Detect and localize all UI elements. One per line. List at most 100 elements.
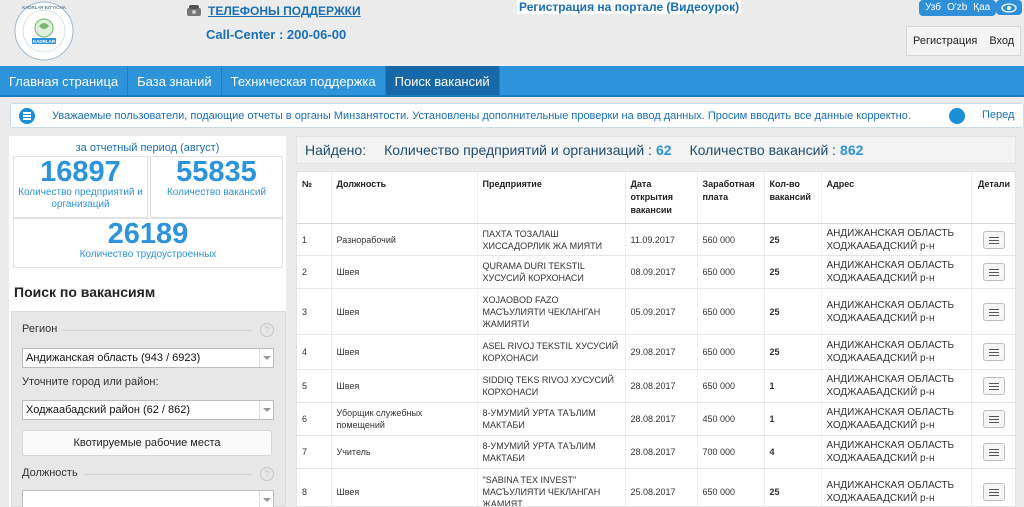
col-header-address[interactable]: Адрес [821, 172, 972, 224]
cell-num: 6 [297, 402, 332, 436]
vacancies-label: Количество вакансий [166, 187, 267, 198]
table-row[interactable]: 3 Швея XOJAOBOD FAZO МАСЪУЛИЯТИ ЧЕКЛАНГАН … [297, 288, 1015, 335]
cell-salary: 650 000 [697, 334, 765, 370]
eye-icon [1001, 2, 1017, 13]
region-help-icon[interactable]: ? [260, 323, 274, 337]
video-tutorial-link[interactable]: Регистрация на портале (Видеоурок) [517, 0, 742, 14]
col-header-date[interactable]: Дата открытия вакансии [625, 172, 698, 224]
found-enterprises-value: 62 [655, 142, 672, 158]
col-header-position[interactable]: Должность [331, 172, 478, 224]
chevron-down-icon [259, 349, 273, 367]
cell-address: АНДИЖАНСКАЯ ОБЛАСТЬ ХОДЖААБАДСКИЙ р-н [821, 468, 972, 506]
details-list-icon[interactable] [983, 443, 1005, 461]
details-list-icon[interactable] [983, 230, 1005, 249]
city-select[interactable]: Ходжаабадский район (62 / 862) [22, 400, 274, 420]
col-header-salary[interactable]: Заработная плата [697, 172, 765, 224]
cell-company: ПАХТА ТОЗАЛАШ ХИССАДОРЛИК ЖА МИЯТИ [477, 223, 626, 256]
results-summary: Найдено: Количество предприятий и органи… [296, 136, 1016, 164]
cell-details [971, 288, 1015, 335]
register-link[interactable]: Регистрация [907, 35, 983, 47]
table-header-row: № Должность Предприятие Дата открытия ва… [297, 172, 1015, 224]
callcenter-number: Call-Center : 200-06-00 [206, 27, 347, 42]
cell-date: 11.09.2017 [625, 223, 698, 256]
position-label: Должность [22, 467, 78, 479]
nav-knowledge-base[interactable]: База знаний [128, 66, 222, 95]
cell-position: Швея [331, 288, 478, 335]
quota-jobs-button[interactable]: Квотируемые рабочие места [22, 430, 272, 456]
cell-address: АНДИЖАНСКАЯ ОБЛАСТЬ ХОДЖААБАДСКИЙ р-н [821, 255, 972, 289]
accessibility-button[interactable] [996, 0, 1022, 15]
region-select[interactable]: Андижанская область (943 / 6923) [22, 348, 274, 368]
cell-address: АНДИЖАНСКАЯ ОБЛАСТЬ ХОДЖААБАДСКИЙ р-н [821, 402, 972, 436]
cell-date: 28.08.2017 [625, 435, 698, 469]
cell-num: 4 [297, 334, 332, 370]
notice-text: Уважаемые пользователи, подающие отчеты … [52, 109, 911, 122]
cell-details [971, 334, 1015, 370]
cell-salary: 560 000 [697, 223, 765, 256]
cell-position: Швея [331, 334, 478, 370]
reporting-period: за отчетный период (август) [75, 142, 220, 154]
notice-icon-secondary [949, 108, 965, 124]
main-nav: Главная страница База знаний Техническая… [0, 66, 1024, 97]
notice-more-link[interactable]: Перед [982, 109, 1014, 121]
lang-uz-lat[interactable]: O'zb [944, 1, 970, 15]
cell-position: Разнорабочий [331, 223, 478, 256]
table-row[interactable]: 5 Швея SIDDIQ TEKS RIVOJ ХУСУСИЙ КОРХОНАСИ… [297, 369, 1015, 403]
left-panel: за отчетный период (август) 16897 Количе… [9, 136, 286, 507]
table-row[interactable]: 7 Учитель 8-УМУМИЙ УРТА ТАЪЛИМ МАКТАБИ 28.0… [297, 435, 1015, 469]
details-list-icon[interactable] [983, 410, 1005, 428]
cell-date: 08.09.2017 [625, 255, 698, 289]
cell-position: Швея [331, 369, 478, 403]
cell-date: 05.09.2017 [625, 288, 698, 335]
city-select-value: Ходжаабадский район (62 / 862) [26, 404, 191, 416]
cell-salary: 650 000 [697, 288, 765, 335]
support-phones-link[interactable]: ТЕЛЕФОНЫ ПОДДЕРЖКИ [208, 4, 361, 18]
cell-count: 25 [764, 223, 822, 256]
nav-vacancy-search[interactable]: Поиск вакансий [385, 66, 500, 95]
table-row[interactable]: 1 Разнорабочий ПАХТА ТОЗАЛАШ ХИССАДОРЛИК Ж… [297, 223, 1015, 256]
lang-uz-cyr[interactable]: Узб [922, 1, 944, 15]
cell-salary: 650 000 [697, 468, 765, 506]
chevron-down-icon [259, 401, 273, 419]
table-row[interactable]: 4 Швея ASEL RIVOJ TEKSTIL ХУСУСИЙ КОРХОНАС… [297, 334, 1015, 370]
table-row[interactable]: 2 Швея QURAMA DURI TEKSTIL ХУСУСИЙ КОРХОНА… [297, 255, 1015, 289]
table-row[interactable]: 6 Уборщик служебных помещений 8-УМУМИЙ УРТ… [297, 402, 1015, 436]
login-link[interactable]: Вход [983, 35, 1020, 47]
lang-kaa[interactable]: Қаа [970, 1, 993, 15]
found-label: Найдено: [305, 142, 367, 158]
cell-company: SIDDIQ TEKS RIVOJ ХУСУСИЙ КОРХОНАСИ [477, 369, 626, 403]
cell-position: Швея [331, 255, 478, 289]
city-label: Уточните город или район: [22, 376, 159, 388]
cell-company: 8-УМУМИЙ УРТА ТАЪЛИМ МАКТАБИ [477, 435, 626, 469]
col-header-count[interactable]: Кол-во вакансий [764, 172, 822, 224]
employed-count: 26189 [107, 218, 189, 250]
cell-count: 1 [764, 369, 822, 403]
cell-salary: 450 000 [697, 402, 765, 436]
cell-date: 29.08.2017 [625, 334, 698, 370]
cell-salary: 700 000 [697, 435, 765, 469]
nav-home[interactable]: Главная страница [0, 66, 129, 95]
col-header-num[interactable]: № [297, 172, 332, 224]
cell-details [971, 402, 1015, 436]
table-row[interactable]: 8 Швея "SABINA TEX INVEST" МАСЪУЛИЯТИ ЧЕКЛ… [297, 468, 1015, 506]
cell-count: 25 [764, 468, 822, 506]
cell-count: 4 [764, 435, 822, 469]
cell-position: Швея [331, 468, 478, 506]
col-header-company[interactable]: Предприятие [477, 172, 626, 224]
details-list-icon[interactable] [983, 263, 1005, 281]
details-list-icon[interactable] [983, 343, 1005, 361]
details-list-icon[interactable] [983, 302, 1005, 321]
cell-salary: 650 000 [697, 255, 765, 289]
cell-salary: 650 000 [697, 369, 765, 403]
enterprises-label: Количество предприятий и организаций [18, 187, 143, 210]
details-list-icon[interactable] [983, 482, 1005, 501]
details-list-icon[interactable] [983, 377, 1005, 395]
position-help-icon[interactable]: ? [260, 467, 274, 481]
cell-address: АНДИЖАНСКАЯ ОБЛАСТЬ ХОДЖААБАДСКИЙ р-н [821, 435, 972, 469]
found-vacancies-label: Количество вакансий : [689, 142, 837, 158]
nav-tech-support[interactable]: Техническая поддержка [222, 66, 386, 95]
ministry-logo[interactable]: KADRLAR KADRLAR BO'YICHA [8, 0, 80, 64]
cell-num: 7 [297, 435, 332, 469]
position-select[interactable] [22, 490, 274, 507]
cell-address: АНДИЖАНСКАЯ ОБЛАСТЬ ХОДЖААБАДСКИЙ р-н [821, 223, 972, 256]
